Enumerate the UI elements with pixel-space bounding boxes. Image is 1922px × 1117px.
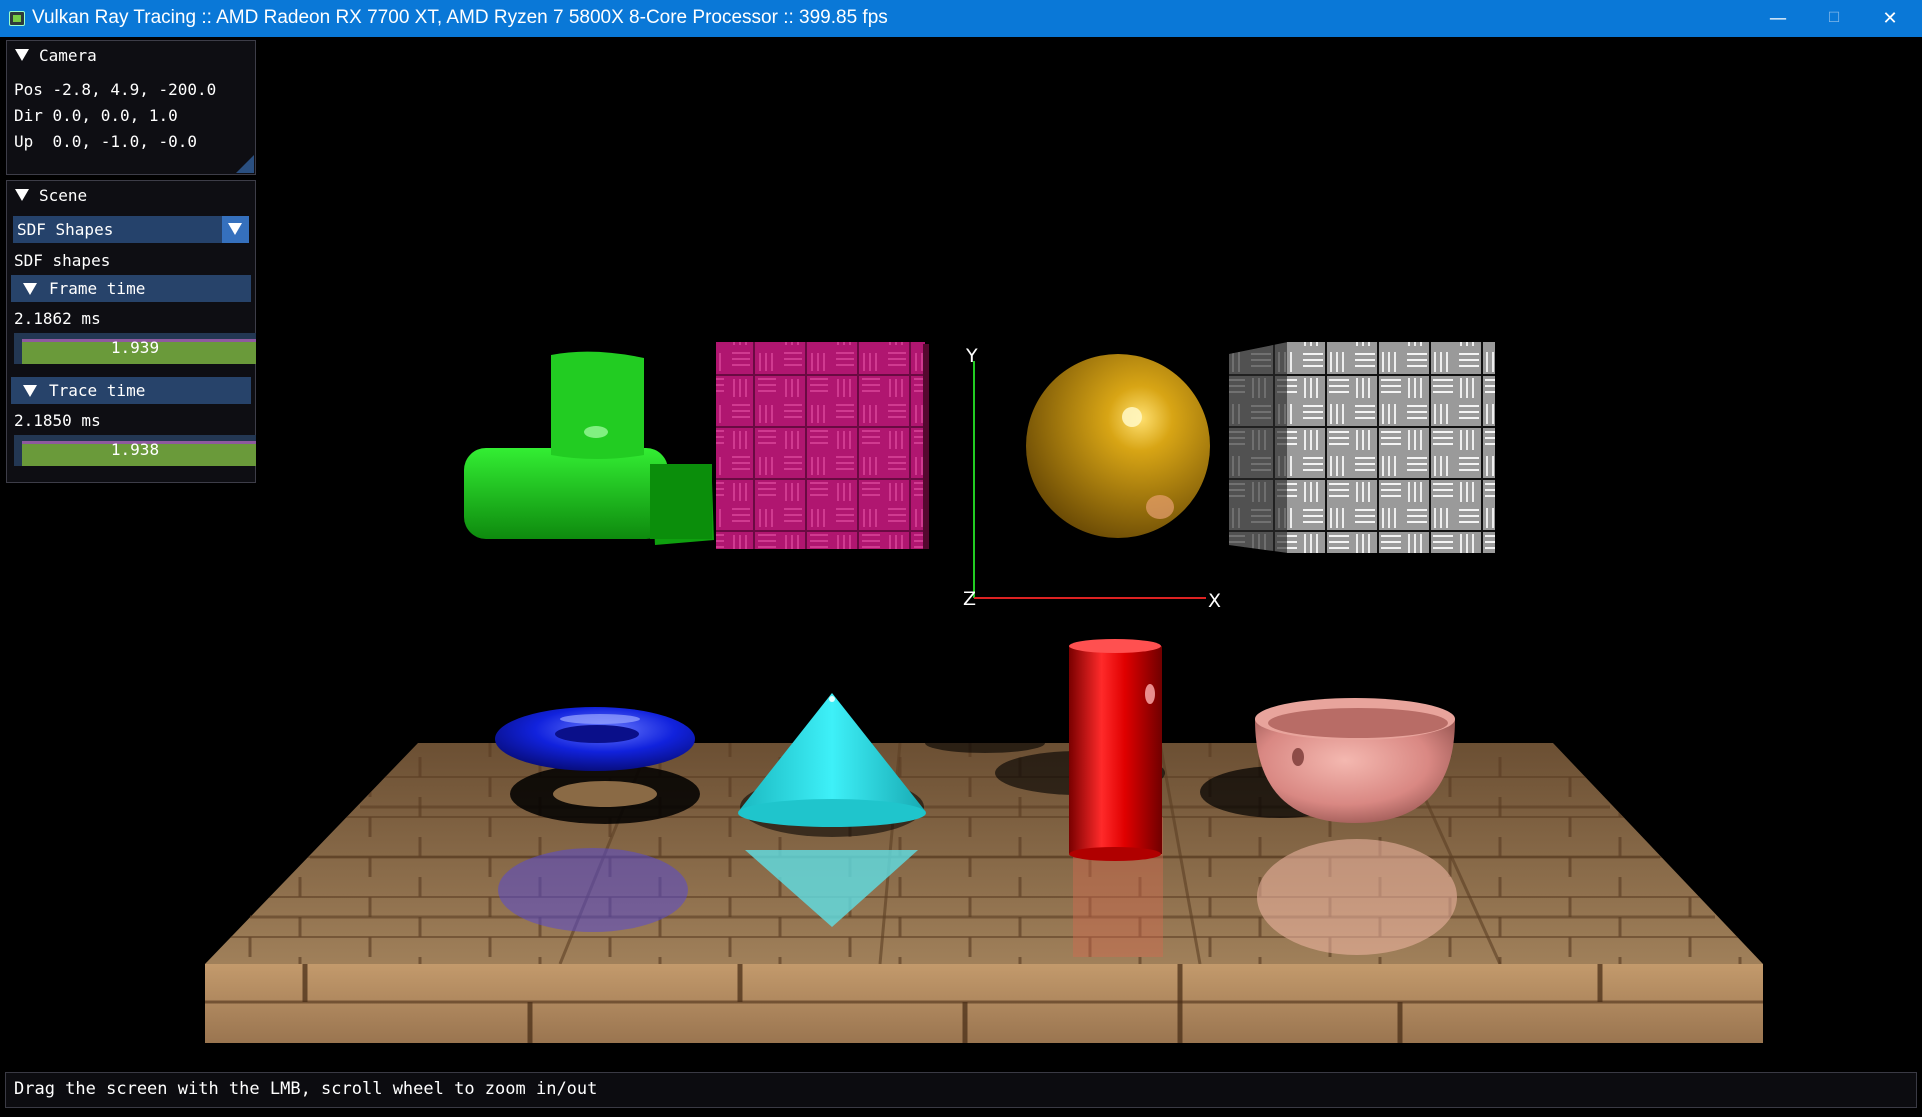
frame-time-histogram-label: 1.939 (110, 338, 160, 357)
scene-select-value: SDF Shapes (17, 220, 114, 239)
status-bar: Drag the screen with the LMB, scroll whe… (5, 1072, 1917, 1108)
blue-torus (495, 707, 695, 771)
window-title: Vulkan Ray Tracing :: AMD Radeon RX 7700… (32, 7, 888, 28)
camera-direction: Dir 0.0, 0.0, 1.0 (14, 106, 178, 125)
scene-panel-title: Scene (39, 186, 88, 205)
scene-panel[interactable]: Scene SDF Shapes SDF shapes Frame time 2… (6, 180, 256, 483)
axis-x-label: X (1208, 590, 1221, 612)
trace-time-title: Trace time (49, 381, 146, 400)
title-bar: Vulkan Ray Tracing :: AMD Radeon RX 7700… (0, 0, 1922, 37)
camera-panel-title: Camera (39, 46, 97, 65)
camera-up-vector: Up 0.0, -1.0, -0.0 (14, 132, 198, 151)
collapse-arrow-icon[interactable] (15, 49, 29, 61)
dropdown-arrow-button[interactable] (222, 216, 249, 243)
magenta-parquet-box (716, 342, 929, 549)
camera-position: Pos -2.8, 4.9, -200.0 (14, 80, 217, 99)
scene-select[interactable]: SDF Shapes (13, 216, 249, 243)
collapse-arrow-icon[interactable] (15, 189, 29, 201)
resize-grip[interactable] (236, 155, 254, 173)
camera-panel-header[interactable]: Camera (7, 41, 255, 69)
scene-panel-header[interactable]: Scene (7, 181, 255, 209)
frame-time-histogram: 1.939 (14, 333, 256, 364)
trace-time-header[interactable]: Trace time (11, 377, 251, 404)
gold-sphere (1026, 354, 1210, 538)
collapse-arrow-icon[interactable] (23, 283, 37, 295)
status-text: Drag the screen with the LMB, scroll whe… (14, 1079, 598, 1099)
maximize-button[interactable]: ☐ (1806, 0, 1862, 37)
scene-render: Y Z X (205, 342, 1763, 1043)
trace-time-histogram: 1.938 (14, 435, 256, 466)
close-button[interactable]: ✕ (1862, 0, 1918, 37)
frame-time-value: 2.1862 ms (14, 309, 101, 328)
chevron-down-icon (228, 223, 242, 235)
minimize-button[interactable]: — (1750, 0, 1806, 37)
collapse-arrow-icon[interactable] (23, 385, 37, 397)
frame-time-title: Frame time (49, 279, 146, 298)
axis-z-label: Z (963, 588, 976, 610)
grayscale-parquet-box (1229, 342, 1495, 553)
trace-time-histogram-label: 1.938 (110, 440, 160, 459)
red-cylinder (1069, 639, 1162, 861)
green-sdf-shape (464, 351, 714, 545)
camera-panel[interactable]: Camera Pos -2.8, 4.9, -200.0 Dir 0.0, 0.… (6, 40, 256, 175)
render-viewport[interactable]: Y Z X (0, 37, 1922, 1117)
trace-time-value: 2.1850 ms (14, 411, 101, 430)
app-icon (9, 11, 25, 26)
wood-floor (205, 733, 1763, 1043)
axis-y-label: Y (965, 345, 978, 367)
scene-description: SDF shapes (14, 251, 111, 270)
frame-time-header[interactable]: Frame time (11, 275, 251, 302)
